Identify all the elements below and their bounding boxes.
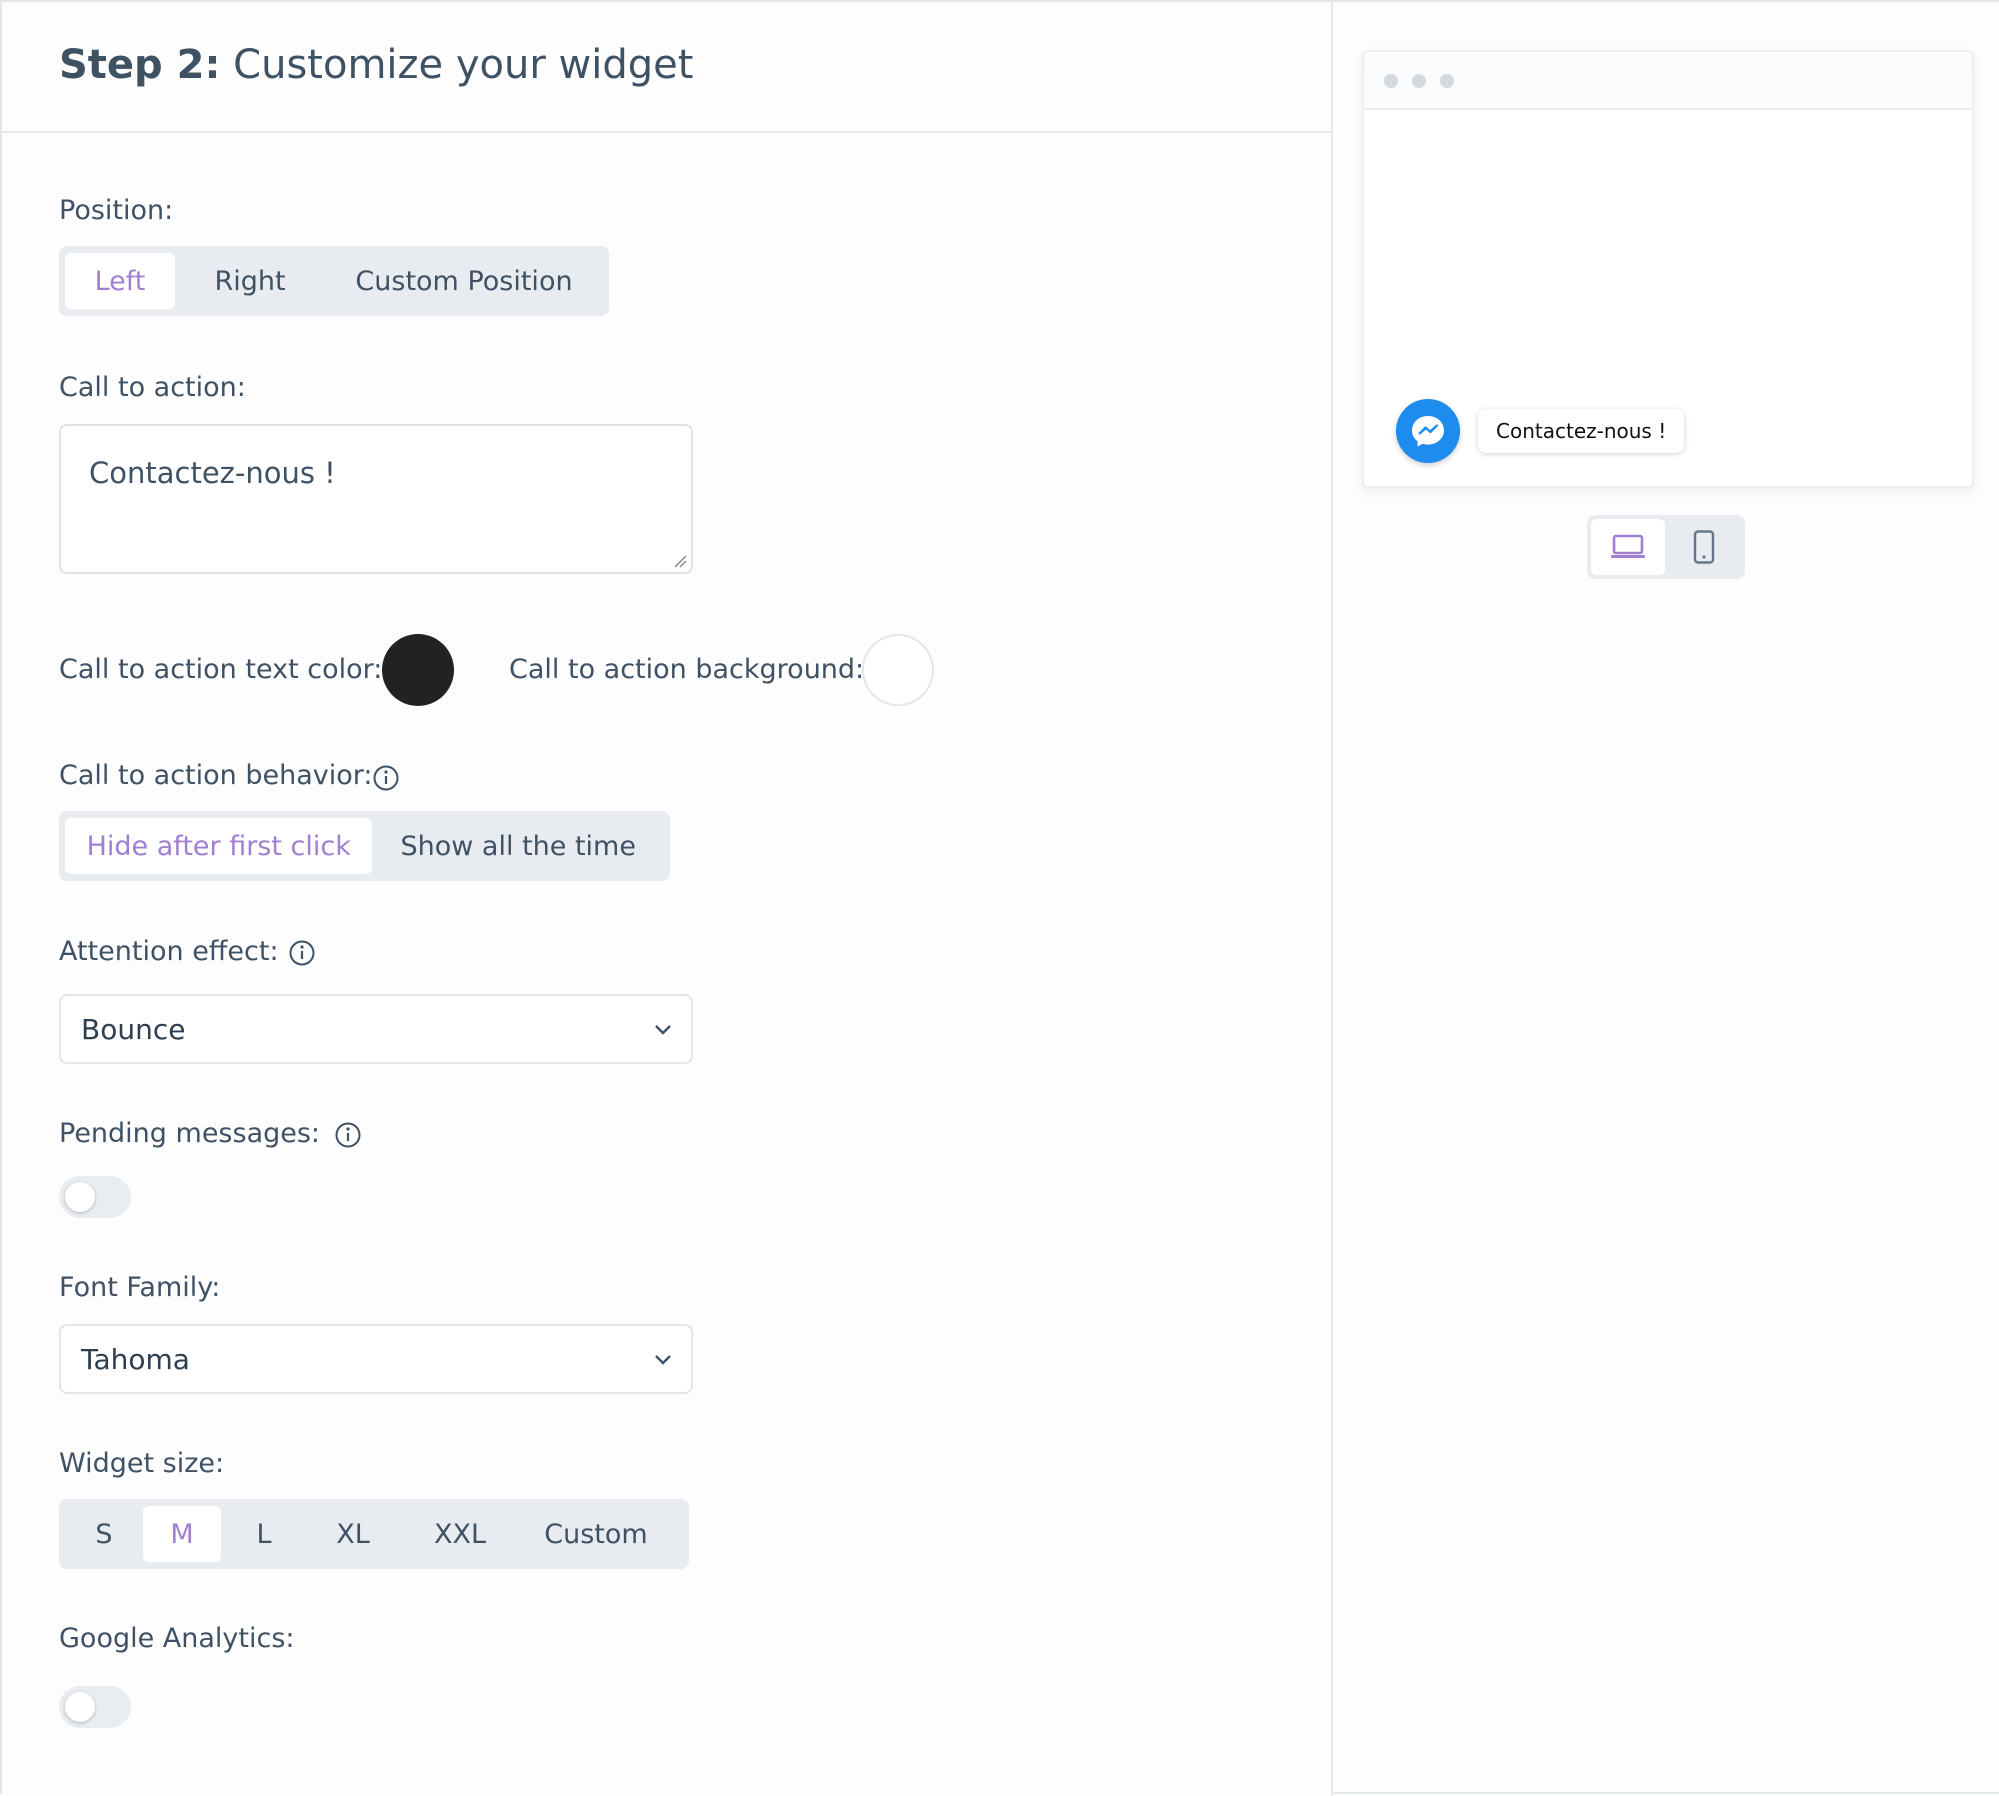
call-to-action-value: Contactez-nous !	[89, 456, 336, 490]
device-toggle	[1587, 515, 1745, 579]
chevron-down-icon	[655, 1025, 671, 1035]
laptop-icon	[1611, 534, 1645, 558]
behavior-option-show[interactable]: Show all the time	[372, 818, 664, 874]
window-dot	[1440, 74, 1454, 88]
chevron-down-icon	[655, 1355, 671, 1365]
google-analytics-toggle[interactable]	[59, 1686, 131, 1728]
pending-messages-label: Pending messages:	[59, 1118, 321, 1149]
toggle-knob	[65, 1182, 95, 1212]
widget-size-segmented-control: S M L XL XXL Custom	[59, 1499, 689, 1569]
attention-effect-select[interactable]: Bounce	[59, 994, 693, 1064]
size-option-custom[interactable]: Custom	[521, 1506, 671, 1562]
size-option-m[interactable]: M	[143, 1506, 221, 1562]
attention-effect-label: Attention effect:	[59, 936, 279, 967]
window-dot	[1384, 74, 1398, 88]
widget-settings-frame: Step 2: Customize your widget Position: …	[0, 0, 1999, 1796]
background-color-swatch[interactable]	[862, 634, 934, 706]
position-segmented-control: Left Right Custom Position	[59, 246, 609, 316]
background-color-label: Call to action background:	[509, 654, 865, 685]
google-analytics-label: Google Analytics:	[59, 1623, 295, 1654]
behavior-option-hide[interactable]: Hide after first click	[65, 818, 373, 874]
behavior-segmented-control: Hide after first click Show all the time	[59, 811, 670, 881]
smartphone-icon	[1693, 530, 1715, 564]
attention-effect-info-icon[interactable]	[288, 939, 316, 967]
pending-messages-toggle[interactable]	[59, 1176, 131, 1218]
position-option-custom[interactable]: Custom Position	[325, 253, 603, 309]
settings-panel: Step 2: Customize your widget Position: …	[2, 2, 1333, 1796]
behavior-label: Call to action behavior:	[59, 760, 373, 791]
call-to-action-label: Call to action:	[59, 372, 246, 403]
title-text: Customize your widget	[233, 42, 694, 88]
preview-window-bar	[1364, 52, 1972, 110]
text-color-swatch[interactable]	[382, 634, 454, 706]
size-option-l[interactable]: L	[221, 1506, 307, 1562]
call-to-action-textarea[interactable]: Contactez-nous !	[59, 424, 693, 574]
resize-handle-icon[interactable]	[673, 554, 687, 568]
toggle-knob	[65, 1692, 95, 1722]
window-dot	[1412, 74, 1426, 88]
widget-size-label: Widget size:	[59, 1448, 225, 1479]
position-option-right[interactable]: Right	[175, 253, 325, 309]
text-color-label: Call to action text color:	[59, 654, 383, 685]
pending-messages-info-icon[interactable]	[334, 1121, 362, 1149]
size-option-xl[interactable]: XL	[307, 1506, 399, 1562]
size-option-xxl[interactable]: XXL	[399, 1506, 521, 1562]
messenger-widget-button[interactable]	[1396, 399, 1460, 463]
preview-cta-bubble[interactable]: Contactez-nous !	[1478, 409, 1685, 453]
font-family-select[interactable]: Tahoma	[59, 1324, 693, 1394]
font-family-value: Tahoma	[81, 1342, 190, 1376]
step-label: Step 2:	[59, 42, 221, 88]
size-option-s[interactable]: S	[65, 1506, 143, 1562]
position-option-left[interactable]: Left	[65, 253, 175, 309]
attention-effect-value: Bounce	[81, 1012, 186, 1046]
messenger-icon	[1412, 416, 1444, 447]
mobile-view-button[interactable]	[1667, 519, 1741, 575]
page-title: Step 2: Customize your widget	[59, 42, 693, 88]
position-label: Position:	[59, 195, 174, 226]
behavior-info-icon[interactable]	[372, 764, 400, 792]
desktop-view-button[interactable]	[1591, 519, 1665, 575]
panel-header: Step 2: Customize your widget	[2, 2, 1333, 133]
font-family-label: Font Family:	[59, 1272, 221, 1303]
widget-preview-window: Contactez-nous !	[1362, 50, 1974, 488]
